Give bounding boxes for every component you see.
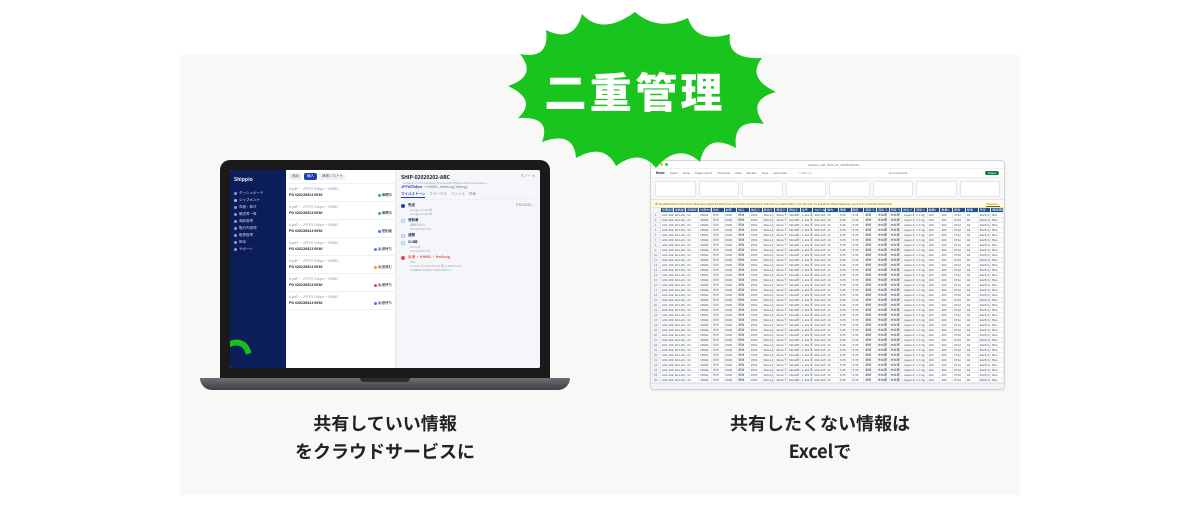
- app-sidebar: Shippio ダッシュボードシップメント見積・発注請求書一覧商品管理取引先管理…: [230, 170, 286, 368]
- excel-mockup: delivery_list_2023_01_20230108114… HomeI…: [650, 160, 1005, 390]
- list-item[interactable]: A.pdf ・ JPTYO Tokyo — KRINCPO #20220823 …: [286, 256, 395, 274]
- timeline-item: 出港 ・ KHKEL・ KeelungATAInvoice 出 2020/04/…: [401, 255, 535, 272]
- share-button[interactable]: Share: [985, 171, 999, 175]
- filter-dropdown[interactable]: 連携リスト ▾: [319, 173, 345, 180]
- sidebar-item[interactable]: サポート: [234, 246, 282, 253]
- list-item[interactable]: A.pdf ・ JPTYO Tokyo — KRINCPO #20220823 …: [286, 202, 395, 220]
- sidebar-item[interactable]: 帳票管理: [234, 232, 282, 239]
- filter-export[interactable]: 輸出: [289, 173, 302, 180]
- sidebar-item[interactable]: ダッシュボード: [234, 190, 282, 197]
- laptop-base: [200, 378, 570, 390]
- excel-warning-bar: ⚠ Possible Data Loss Some features might…: [651, 200, 1004, 208]
- sidebar-item[interactable]: 設定: [234, 239, 282, 246]
- burst-label: 二重管理: [430, 0, 840, 180]
- sidebar-item[interactable]: 見積・発注: [234, 204, 282, 211]
- brand-arc-icon: [230, 332, 261, 368]
- sidebar-item[interactable]: 取引先管理: [234, 225, 282, 232]
- laptop-frame: Shippio ダッシュボードシップメント見積・発注請求書一覧商品管理取引先管理…: [220, 160, 550, 378]
- tab[interactable]: マイルストーン: [401, 192, 425, 198]
- app-brand: Shippio: [234, 176, 282, 183]
- list-item[interactable]: A.pdf ・ JPTYO Tokyo — KRINCPO #20220823 …: [286, 220, 395, 238]
- excel-statusbar: [651, 383, 1004, 389]
- sidebar-item[interactable]: 請求書一覧: [234, 211, 282, 218]
- list-item[interactable]: A.pdf ・ JPTYO Tokyo — KRINCPO #20220823 …: [286, 274, 395, 292]
- list-top-filters: 輸出 輸入 連携リスト ▾: [286, 170, 395, 184]
- detail-tabs: マイルストーンステータスファイル詳細: [401, 192, 535, 200]
- burst-callout: 二重管理: [430, 0, 840, 180]
- app-main: 輸出 輸入 連携リスト ▾ A.pdf ・ JPTYO Tokyo — KRIN…: [286, 170, 540, 368]
- list-item[interactable]: A.pdf ・ JPTYO Tokyo — KRINCPO #20220823 …: [286, 238, 395, 256]
- excel-grid: 管理番号依頼番号ID配送区分出荷方式効率金額税込地名①商店②商店③商店④住所Te…: [651, 208, 1004, 383]
- comments-button[interactable]: ⊟ Comments: [889, 171, 907, 175]
- caption-cloud: 共有していい情報 をクラウドサービスに: [200, 410, 570, 466]
- laptop-mockup: Shippio ダッシュボードシップメント見積・発注請求書一覧商品管理取引先管理…: [200, 160, 570, 390]
- tab[interactable]: ステータス: [429, 192, 447, 198]
- timeline-item: 通関: [401, 233, 535, 238]
- shipment-list: 輸出 輸入 連携リスト ▾ A.pdf ・ JPTYO Tokyo — KRIN…: [286, 170, 396, 368]
- timeline-item: 港到着通関予定日2023/3/28 3:29: [401, 218, 535, 231]
- timeline-item: 完成ETD 2022…Google invite 回Google invite …: [401, 203, 535, 216]
- list-item[interactable]: A.pdf ・ JPTYO Tokyo — KRINCPO #20220823 …: [286, 184, 395, 202]
- shipment-detail: SHIP-02020202-ABC General Control Bubble…: [396, 170, 540, 368]
- save-as-link[interactable]: Save As…: [986, 202, 1000, 206]
- filter-import[interactable]: 輸入: [304, 173, 317, 180]
- timeline: 完成ETD 2022…Google invite 回Google invite …: [401, 202, 535, 272]
- list-item[interactable]: A.pdf ・ JPTYO Tokyo — KRINCPO #20220823 …: [286, 292, 395, 310]
- tab[interactable]: ファイル: [451, 192, 465, 198]
- sidebar-item[interactable]: 商品管理: [234, 218, 282, 225]
- sidebar-item[interactable]: シップメント: [234, 197, 282, 204]
- app-screenshot: Shippio ダッシュボードシップメント見積・発注請求書一覧商品管理取引先管理…: [230, 170, 540, 368]
- excel-ribbon: [651, 178, 1004, 200]
- tab[interactable]: 詳細: [469, 192, 476, 198]
- table-header: 管理番号依頼番号ID配送区分出荷方式効率金額税込地名①商店②商店③商店④住所Te…: [651, 208, 1004, 213]
- detail-route: JPTYOTokyo → KHKEL_Keelung (Jelong): [401, 185, 490, 190]
- timeline-item: CUI回OnTruE2023/3/28 3:29: [401, 240, 535, 253]
- caption-excel: 共有したくない情報は Excelで: [635, 410, 1005, 466]
